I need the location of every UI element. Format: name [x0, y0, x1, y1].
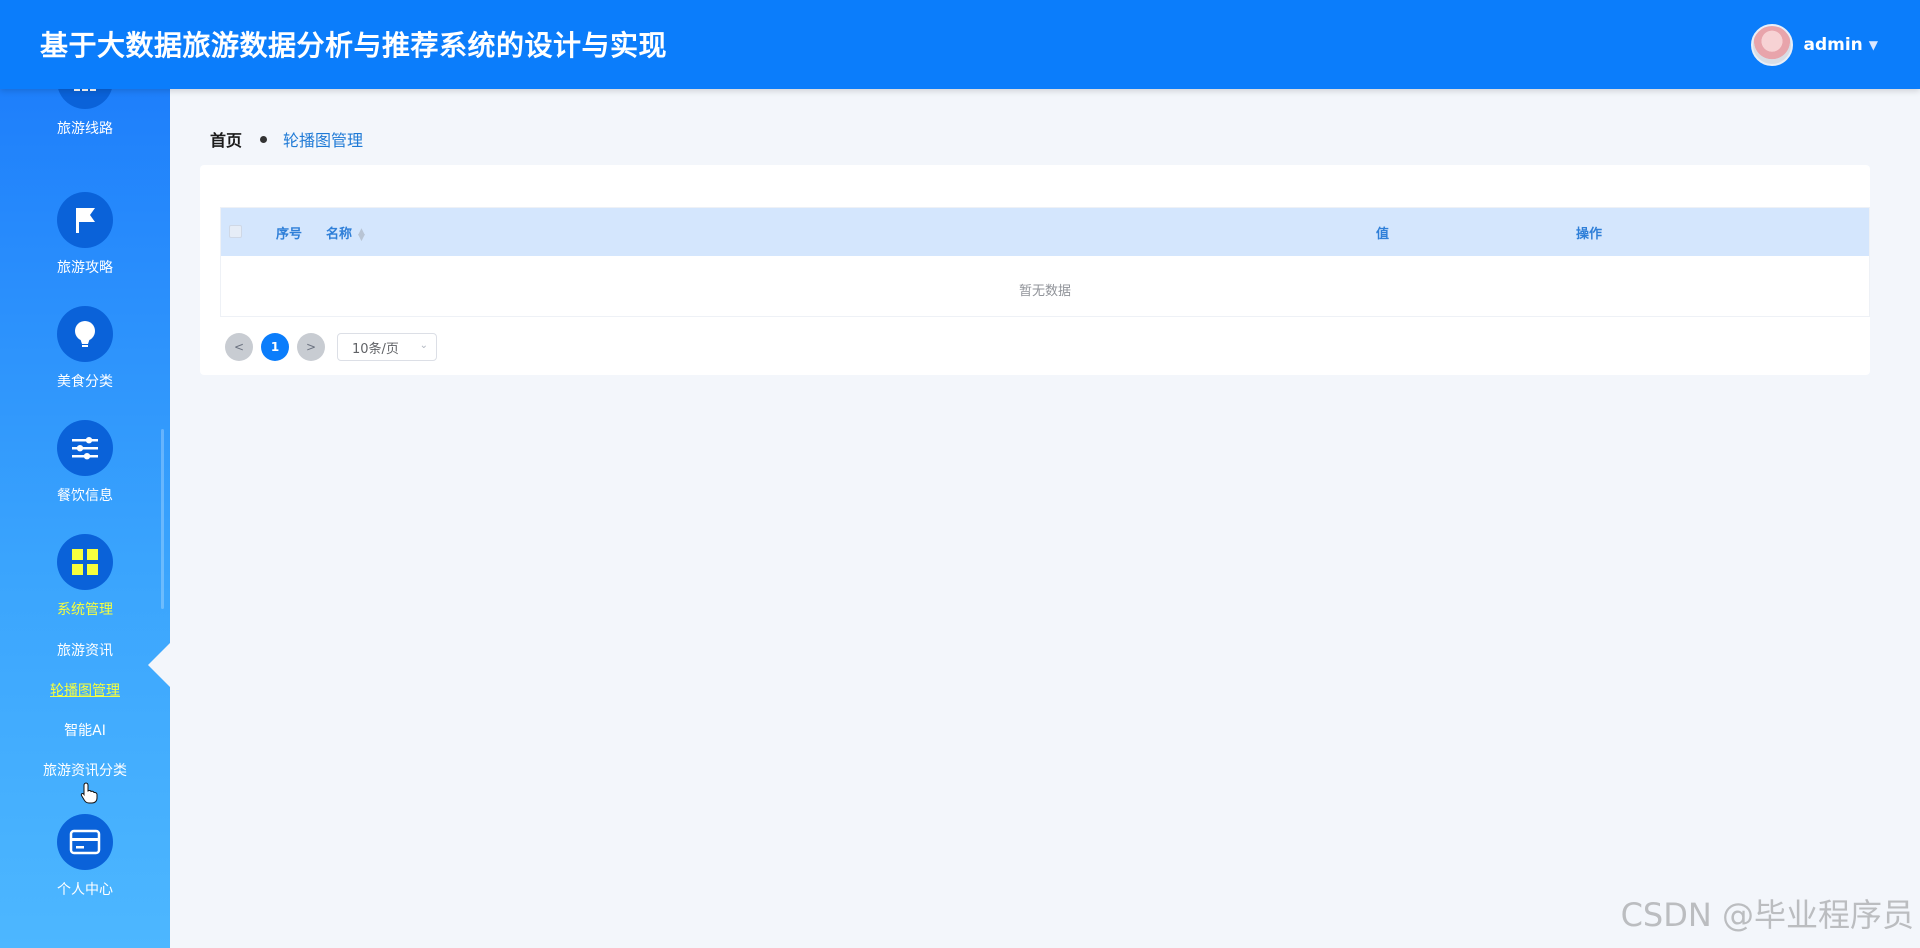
- sidebar-collapse-notch: [148, 643, 170, 687]
- chevron-down-icon: ⌄: [419, 340, 428, 351]
- sidebar-item-label: 个人中心: [57, 882, 113, 898]
- empty-state-text: 暂无数据: [1018, 284, 1071, 299]
- sidebar-item-label: 旅游攻略: [57, 260, 113, 276]
- breadcrumb-current: 轮播图管理: [283, 131, 364, 150]
- sidebar-item-travel-routes[interactable]: 旅游线路: [0, 89, 170, 138]
- avatar[interactable]: [1751, 24, 1794, 66]
- column-header-name-label: 名称: [326, 227, 353, 242]
- watermark: CSDN @毕业程序员: [1620, 896, 1914, 934]
- grid-icon: [57, 534, 113, 590]
- top-header: 基于大数据旅游数据分析与推荐系统的设计与实现 admin ▼: [0, 0, 1920, 89]
- sidebar-item-travel-guides[interactable]: 旅游攻略: [0, 192, 170, 277]
- submenu-item-travel-news[interactable]: 旅游资讯: [0, 640, 170, 660]
- page-size-select[interactable]: 10条/页 ⌄: [337, 333, 437, 361]
- user-menu[interactable]: admin ▼: [1751, 24, 1878, 66]
- table-header: 序号 名称 ▲ ▼ 值 操作: [221, 208, 1869, 256]
- pagination: < 1 > 10条/页 ⌄: [225, 333, 437, 361]
- column-header-actions: 操作: [1576, 227, 1603, 242]
- sidebar-item-label: 美食分类: [57, 374, 113, 390]
- card-icon: [57, 814, 113, 870]
- content-card: 序号 名称 ▲ ▼ 值 操作 暂无数据 < 1 > 10条/页 ⌄: [200, 165, 1870, 375]
- submenu-item-news-categories[interactable]: 旅游资讯分类: [0, 760, 170, 780]
- breadcrumb-home[interactable]: 首页: [210, 127, 242, 151]
- data-table: 序号 名称 ▲ ▼ 值 操作 暂无数据: [220, 207, 1870, 317]
- sort-icon[interactable]: ▲ ▼: [358, 227, 365, 242]
- sidebar-item-label: 餐饮信息: [57, 488, 113, 504]
- select-all-checkbox[interactable]: [229, 225, 242, 238]
- caret-down-icon[interactable]: ▼: [1869, 38, 1878, 52]
- next-page-button[interactable]: >: [297, 333, 325, 361]
- hand-cursor-icon: [80, 782, 98, 804]
- username[interactable]: admin: [1803, 35, 1862, 55]
- app-title: 基于大数据旅游数据分析与推荐系统的设计与实现: [40, 29, 668, 62]
- main-content: 首页 轮播图管理 序号 名称 ▲ ▼ 值 操作 暂无数据 < 1 > 10条/页 ⌄: [170, 89, 1920, 948]
- breadcrumb: 首页 轮播图管理: [210, 127, 363, 151]
- submenu-item-smart-ai[interactable]: 智能AI: [0, 720, 170, 740]
- sidebar: 旅游线路 旅游攻略 美食分类 餐饮信息 系统管理 旅游资讯 轮播图管理 智能AI…: [0, 89, 170, 948]
- sidebar-item-label: 旅游线路: [57, 121, 113, 137]
- dots-icon: [57, 89, 113, 109]
- prev-page-button[interactable]: <: [225, 333, 253, 361]
- sidebar-item-dining-info[interactable]: 餐饮信息: [0, 420, 170, 505]
- sidebar-item-system-management[interactable]: 系统管理: [0, 534, 170, 619]
- sidebar-item-label: 系统管理: [57, 602, 113, 618]
- page-number-button[interactable]: 1: [261, 333, 289, 361]
- submenu-item-carousel-management[interactable]: 轮播图管理: [0, 680, 170, 700]
- flag-icon: [57, 192, 113, 248]
- breadcrumb-separator: [260, 135, 268, 143]
- column-header-index: 序号: [276, 227, 303, 242]
- sidebar-item-food-categories[interactable]: 美食分类: [0, 306, 170, 391]
- column-header-name[interactable]: 名称 ▲ ▼: [326, 223, 365, 242]
- lightbulb-icon: [57, 306, 113, 362]
- column-header-value: 值: [1376, 227, 1390, 242]
- sliders-icon: [57, 420, 113, 476]
- page-size-value: 10条/页: [352, 341, 399, 357]
- sidebar-item-personal-center[interactable]: 个人中心: [0, 814, 170, 899]
